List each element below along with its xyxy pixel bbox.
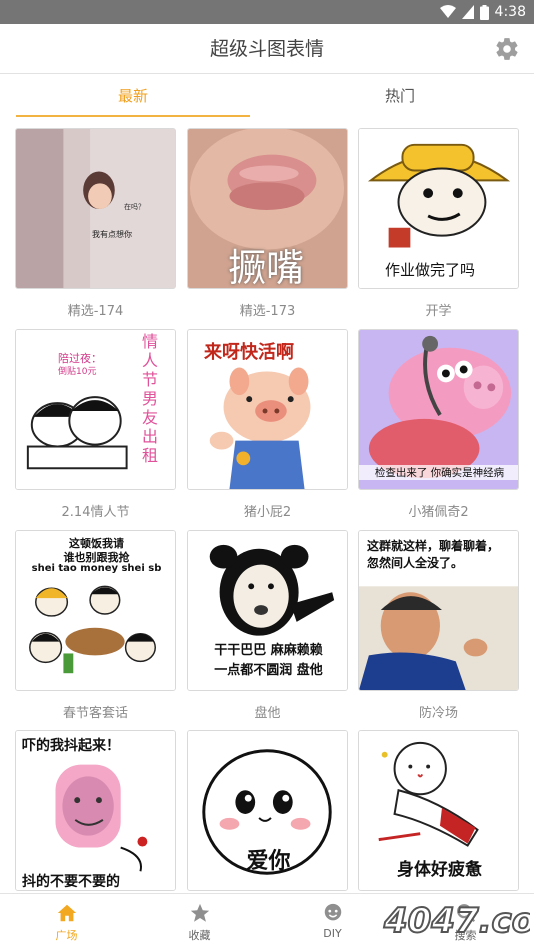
tab-bar: 最新 热门 xyxy=(0,75,534,117)
sticker-text: 检查出来了 你确实是神经病 xyxy=(359,465,518,480)
gear-icon[interactable] xyxy=(494,36,520,62)
sticker-card[interactable]: 检查出来了 你确实是神经病 xyxy=(358,329,519,490)
sticker-card[interactable]: 这顿饭我请 谁也别跟我抢 shei tao money shei sb xyxy=(15,530,176,691)
sticker-text: 来呀快活啊 xyxy=(204,342,294,363)
sticker-text: 爱你 xyxy=(246,849,291,874)
sticker-card[interactable]: 这群就这样，聊着聊着， 忽然间人全没了。 xyxy=(358,530,519,691)
sticker-text: 情人节男友出租 xyxy=(142,332,159,465)
sticker-caption: 猪小屁2 xyxy=(243,505,292,520)
sticker-text: 一点都不圆润 盘他 xyxy=(214,663,323,678)
nav-plaza-label: 广场 xyxy=(55,929,78,942)
sticker-card[interactable]: 在吗？ 我有点想你 xyxy=(15,128,176,289)
sticker-text: 撅嘴 xyxy=(228,246,305,289)
sticker-caption: 防冷场 xyxy=(418,706,458,721)
app-bar: 超级斗图表情 xyxy=(0,24,534,74)
sticker-card[interactable]: 陪过夜： 倒贴10元 情人节男友出租 xyxy=(15,329,176,490)
sticker-text: 这群就这样，聊着聊着， xyxy=(367,539,500,553)
sticker-caption: 盘他 xyxy=(254,706,281,721)
sticker-text: 作业做完了吗 xyxy=(385,261,476,279)
sticker-card[interactable]: 来呀快活啊 xyxy=(187,329,348,490)
sticker-card[interactable]: 吓的我抖起来！ 抖的不要不要的 xyxy=(15,730,176,891)
signal-icon xyxy=(461,5,474,19)
sticker-text: 我有点想你 xyxy=(92,230,132,239)
sticker-card[interactable]: 干干巴巴 麻麻赖赖 一点都不圆润 盘他 xyxy=(187,530,348,691)
sticker-caption: 小猪佩奇2 xyxy=(408,505,469,520)
wifi-icon xyxy=(439,5,456,18)
nav-plaza[interactable]: 广场 xyxy=(0,894,133,949)
sticker-text: 倒贴10元 xyxy=(58,367,97,377)
status-time: 4:38 xyxy=(494,4,526,20)
sticker-text: 在吗？ xyxy=(124,203,145,211)
sticker-caption: 开学 xyxy=(425,304,452,319)
tab-latest[interactable]: 最新 xyxy=(16,75,250,117)
sticker-caption: 精选-174 xyxy=(67,304,124,319)
sticker-text: 抖的不要不要的 xyxy=(22,874,120,890)
nav-favorites-label: 收藏 xyxy=(188,929,211,942)
sticker-image xyxy=(16,129,175,288)
sticker-text: 干干巴巴 麻麻赖赖 xyxy=(214,643,323,658)
sticker-caption: 精选-173 xyxy=(239,304,296,319)
sticker-card[interactable]: 身体好疲惫 xyxy=(358,730,519,891)
star-icon xyxy=(190,903,209,922)
sticker-text: 吓的我抖起来！ xyxy=(22,738,120,754)
watermark-logo: 4047.com xyxy=(382,900,530,942)
sticker-text: shei tao money shei sb xyxy=(31,563,162,574)
sticker-caption: 2.14情人节 xyxy=(61,505,130,520)
nav-favorites[interactable]: 收藏 xyxy=(133,894,266,949)
battery-icon xyxy=(479,4,489,20)
sticker-card[interactable]: 作业做完了吗 xyxy=(358,128,519,289)
watermark-text: 4047.com xyxy=(383,901,530,941)
tab-hot[interactable]: 热门 xyxy=(283,75,517,117)
sticker-card[interactable]: 爱你 xyxy=(187,730,348,891)
sticker-text: 忽然间人全没了。 xyxy=(367,556,464,570)
status-right: 4:38 xyxy=(439,0,526,24)
sticker-caption: 春节客套话 xyxy=(62,706,128,721)
status-bar: 4:38 xyxy=(0,0,534,24)
home-icon xyxy=(57,904,76,922)
sticker-card[interactable]: 撅嘴 xyxy=(187,128,348,289)
face-icon xyxy=(324,903,341,921)
page-title: 超级斗图表情 xyxy=(209,38,324,60)
sticker-text: 身体好疲惫 xyxy=(397,860,482,880)
